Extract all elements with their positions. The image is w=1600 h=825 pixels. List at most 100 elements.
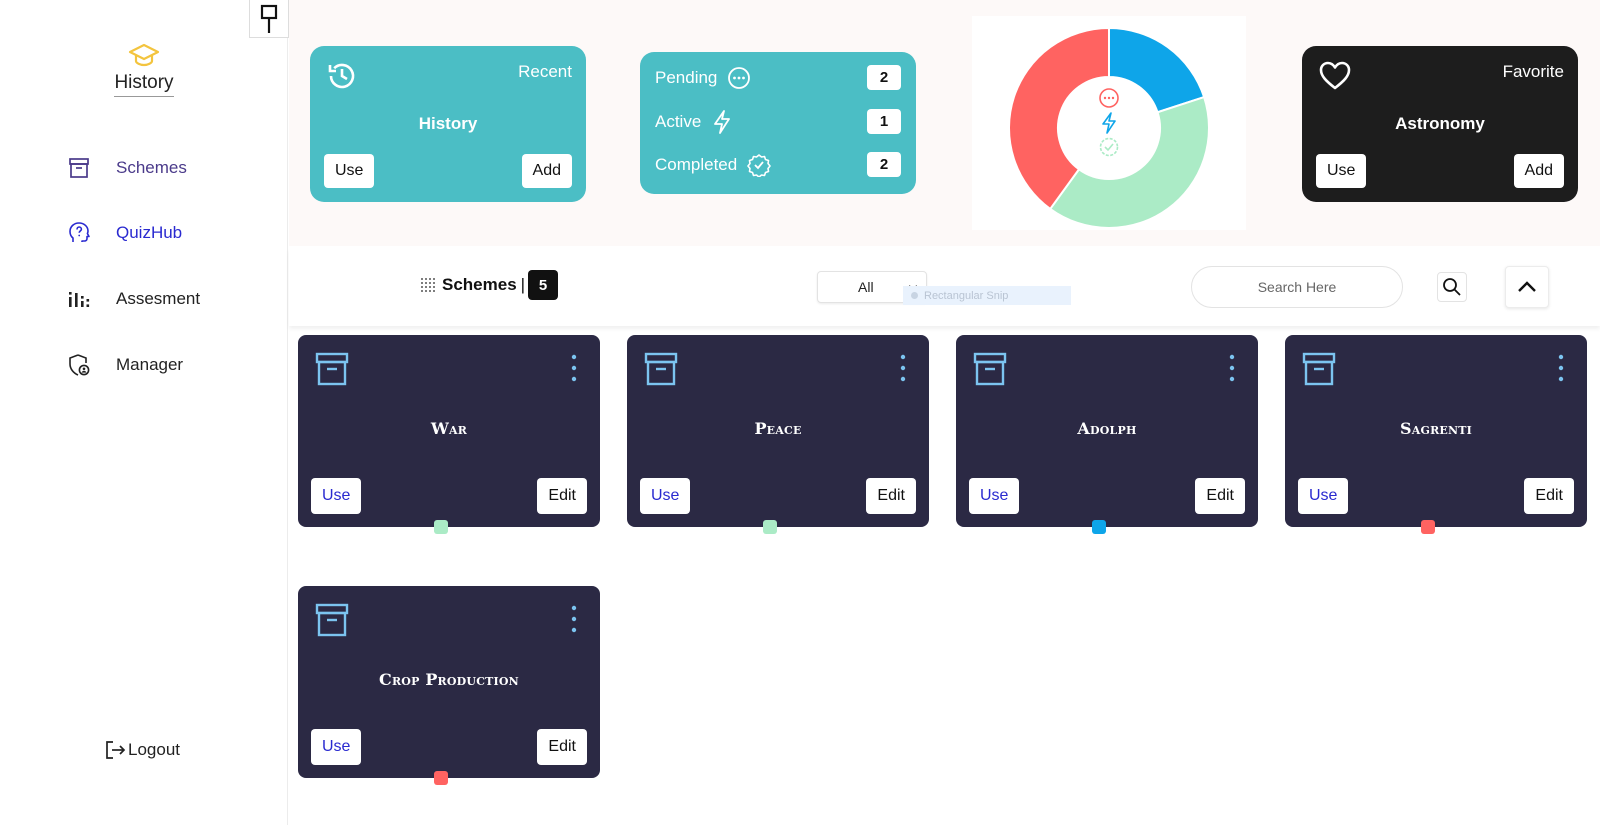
scheme-card[interactable]: Adolph Use Edit <box>956 335 1258 534</box>
lightning-icon <box>1102 112 1116 134</box>
scheme-use-button[interactable]: Use <box>640 478 691 514</box>
pin-button[interactable] <box>249 0 289 38</box>
graduation-cap-icon <box>128 43 160 67</box>
logout-button[interactable]: Logout <box>104 739 180 761</box>
shield-user-icon <box>66 352 92 378</box>
status-donut-chart <box>972 16 1246 230</box>
snip-dot-icon <box>911 292 918 299</box>
archive-box-icon <box>66 155 92 181</box>
scheme-use-button[interactable]: Use <box>969 478 1020 514</box>
sidebar-item-label: Schemes <box>116 158 187 177</box>
sidebar-item-assesment[interactable]: Assesment <box>66 284 200 314</box>
more-vertical-icon[interactable] <box>570 353 578 388</box>
favorite-use-button[interactable]: Use <box>1316 154 1367 188</box>
scheme-title: Sagrenti <box>1400 419 1472 438</box>
donut-slice-active <box>1108 26 1206 114</box>
status-label: Completed <box>655 155 738 174</box>
archive-box-icon <box>972 351 1008 392</box>
sidebar-item-label: Assesment <box>116 289 201 308</box>
heart-icon[interactable] <box>1318 60 1352 97</box>
scheme-title: Peace <box>754 419 802 438</box>
status-count: 2 <box>867 152 901 177</box>
recent-use-button[interactable]: Use <box>324 154 375 188</box>
scheme-use-button[interactable]: Use <box>1298 478 1349 514</box>
sidebar-item-quizhub[interactable]: QuizHub <box>66 218 182 248</box>
sidebar-item-schemes[interactable]: Schemes <box>66 153 187 183</box>
scheme-edit-button[interactable]: Edit <box>1524 478 1574 514</box>
scheme-card[interactable]: Sagrenti Use Edit <box>1285 335 1587 534</box>
scheme-edit-button[interactable]: Edit <box>866 478 916 514</box>
brand-name: History <box>114 72 174 97</box>
status-count: 1 <box>867 109 901 134</box>
status-card: Pending 2 Active 1 Completed 2 <box>640 52 916 194</box>
search-icon <box>1443 278 1461 296</box>
grid-dots-icon <box>421 278 435 292</box>
snip-tooltip: Rectangular Snip <box>903 286 1071 305</box>
schemes-toolbar: Schemes | 5 All Rectangular Snip <box>289 248 1600 326</box>
scheme-edit-button[interactable]: Edit <box>537 478 587 514</box>
status-indicator <box>763 520 777 534</box>
status-indicator <box>1092 520 1106 534</box>
more-vertical-icon[interactable] <box>899 353 907 388</box>
logout-icon <box>106 741 126 759</box>
head-question-icon <box>66 220 92 246</box>
schemes-heading: Schemes | 5 <box>419 270 559 300</box>
recent-label: Recent <box>518 62 572 81</box>
archive-box-icon <box>643 351 679 392</box>
status-label: Active <box>655 112 702 131</box>
search-input[interactable] <box>1191 266 1403 308</box>
ellipsis-circle-icon <box>1099 88 1119 108</box>
favorite-title: Astronomy <box>1395 114 1485 133</box>
status-row-active: Active 1 <box>655 109 901 135</box>
scheme-use-button[interactable]: Use <box>311 478 362 514</box>
donut-center-icons <box>1099 88 1119 157</box>
snip-hint-text: Rectangular Snip <box>924 289 1009 302</box>
archive-box-icon <box>314 602 350 643</box>
lightning-icon <box>711 109 733 135</box>
recent-title: History <box>418 114 478 133</box>
badge-check-icon <box>1099 137 1119 157</box>
pin-icon <box>260 4 278 33</box>
filter-selected-value: All <box>858 279 874 295</box>
scheme-title: War <box>430 419 468 438</box>
schemes-title: Schemes <box>442 275 517 294</box>
scheme-title: Adolph <box>1077 419 1137 438</box>
sidebar-item-manager[interactable]: Manager <box>66 350 183 380</box>
recent-add-button[interactable]: Add <box>521 154 572 188</box>
scheme-edit-button[interactable]: Edit <box>1195 478 1245 514</box>
status-indicator <box>434 520 448 534</box>
history-clock-icon <box>326 60 358 97</box>
badge-check-icon <box>747 153 772 177</box>
brand: History <box>0 42 288 97</box>
archive-box-icon <box>314 351 350 392</box>
schemes-count-badge: 5 <box>528 270 559 300</box>
chevron-up-icon <box>1518 281 1536 292</box>
ellipsis-circle-icon <box>727 66 751 90</box>
bar-chart-icon <box>66 286 92 312</box>
archive-box-icon <box>1301 351 1337 392</box>
search-button[interactable] <box>1437 272 1467 302</box>
donut-svg <box>1008 26 1210 229</box>
scheme-title: Crop Production <box>379 670 519 689</box>
status-row-pending: Pending 2 <box>655 65 901 91</box>
donut-slice-completed <box>1048 95 1210 229</box>
favorite-add-button[interactable]: Add <box>1513 154 1564 188</box>
status-indicator <box>434 771 448 785</box>
scheme-edit-button[interactable]: Edit <box>537 729 587 765</box>
scheme-card[interactable]: Peace Use Edit <box>627 335 929 534</box>
recent-card: Recent History Use Add <box>310 46 586 202</box>
title-separator: | <box>520 275 526 294</box>
more-vertical-icon[interactable] <box>1228 353 1236 388</box>
status-indicator <box>1421 520 1435 534</box>
status-count: 2 <box>867 65 901 90</box>
scheme-card[interactable]: War Use Edit <box>298 335 600 534</box>
scheme-use-button[interactable]: Use <box>311 729 362 765</box>
scheme-card[interactable]: Crop Production Use Edit <box>298 586 600 785</box>
more-vertical-icon[interactable] <box>570 604 578 639</box>
collapse-button[interactable] <box>1505 266 1549 308</box>
more-vertical-icon[interactable] <box>1557 353 1565 388</box>
sidebar-item-label: Manager <box>116 355 184 374</box>
logout-label: Logout <box>128 740 180 759</box>
status-label: Pending <box>655 68 718 87</box>
sidebar-item-label: QuizHub <box>116 223 183 242</box>
